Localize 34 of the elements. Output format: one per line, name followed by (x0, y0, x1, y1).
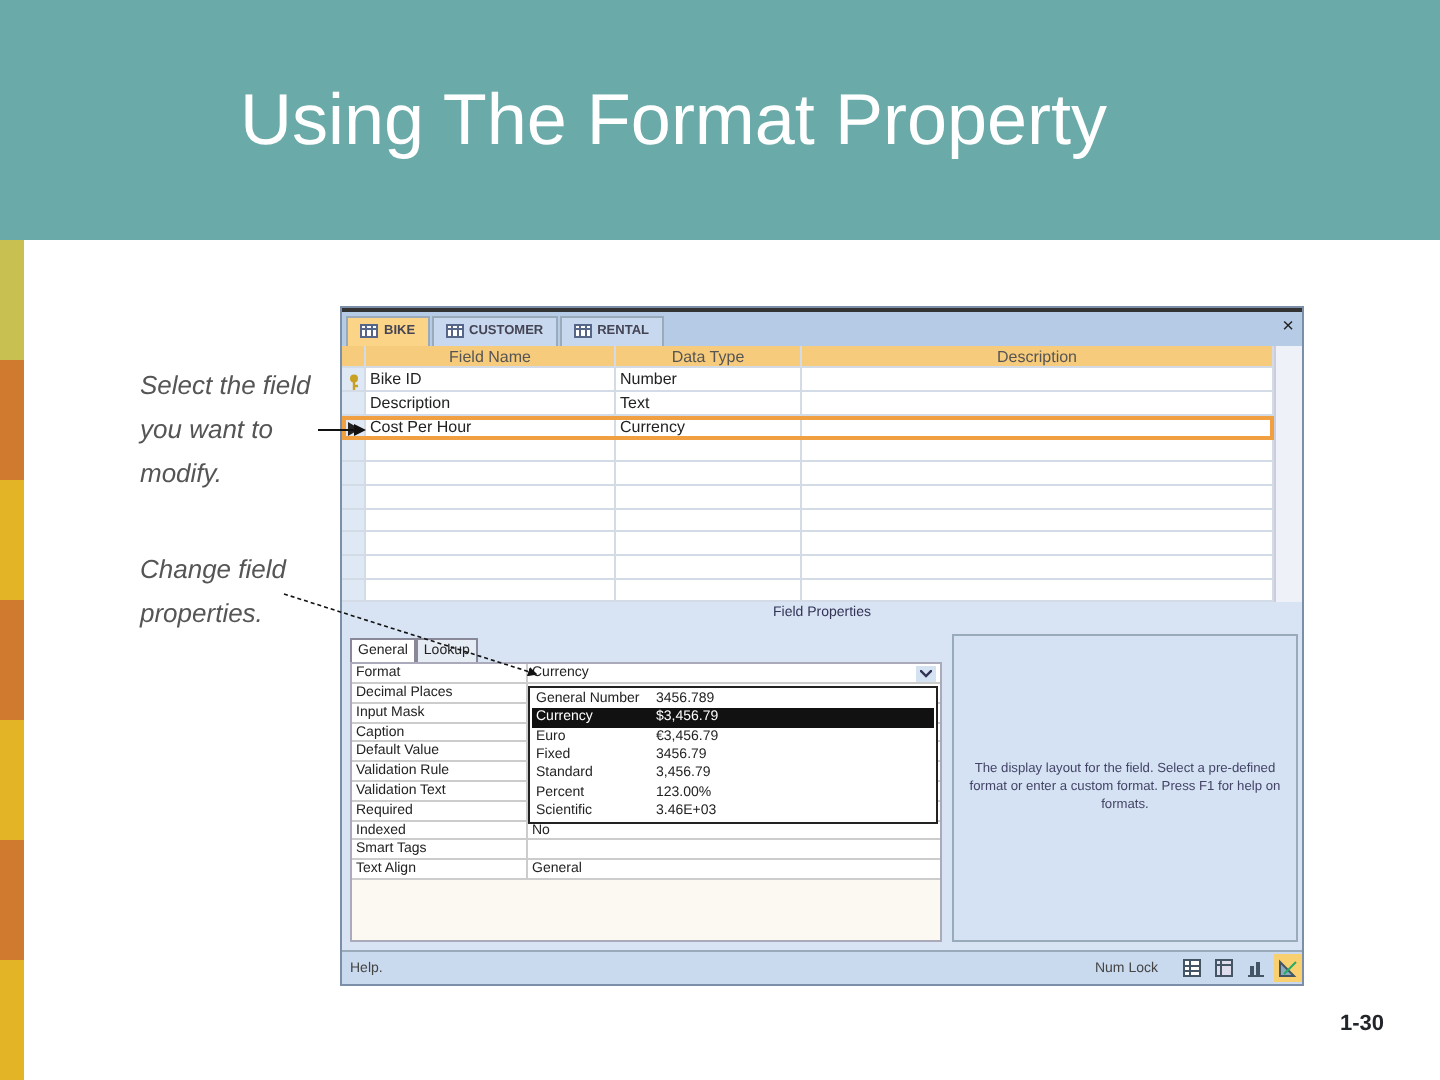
page-number: 1-30 (1339, 1009, 1384, 1039)
table-cell: Bike ID (366, 368, 616, 391)
table-cell: Cost Per Hour (366, 415, 616, 438)
column-header: Description (802, 345, 1274, 367)
bar-chart-icon (1246, 958, 1266, 979)
table-row[interactable]: Description Text (342, 392, 1274, 416)
grid-icon (1214, 958, 1234, 979)
table-icon (445, 324, 464, 339)
table-cell: Description (366, 392, 616, 414)
table-cell: Currency (616, 415, 802, 438)
row-pointer-icon (347, 421, 359, 436)
callout-arrow (317, 424, 366, 436)
table-cell: Number (616, 368, 802, 391)
table-icon (360, 324, 378, 339)
view-button[interactable] (1178, 954, 1206, 983)
callout-text: Select the field you want to modify. (140, 368, 312, 492)
table-row[interactable]: Bike ID Number (342, 368, 1274, 393)
table-cell: Text (616, 392, 802, 414)
close-button[interactable]: × (1282, 318, 1294, 338)
grid-icon (1182, 958, 1202, 979)
table-icon (573, 324, 592, 339)
key-icon (347, 373, 359, 390)
scrollbar[interactable] (1274, 345, 1302, 603)
triangle-ruler-icon (1278, 958, 1298, 979)
column-header: Data Type (616, 345, 802, 367)
view-button[interactable] (1210, 954, 1238, 983)
view-button[interactable] (1274, 954, 1302, 983)
callout-text: Change field properties. (140, 552, 289, 632)
column-header: Field Name (366, 345, 616, 367)
caret-icon (920, 669, 932, 678)
table-row[interactable]: Cost Per Hour Currency (342, 415, 1274, 440)
dropdown-button[interactable] (916, 666, 936, 683)
slide-title: Using The Format Property (240, 76, 1109, 163)
select-all-corner[interactable] (342, 345, 366, 367)
